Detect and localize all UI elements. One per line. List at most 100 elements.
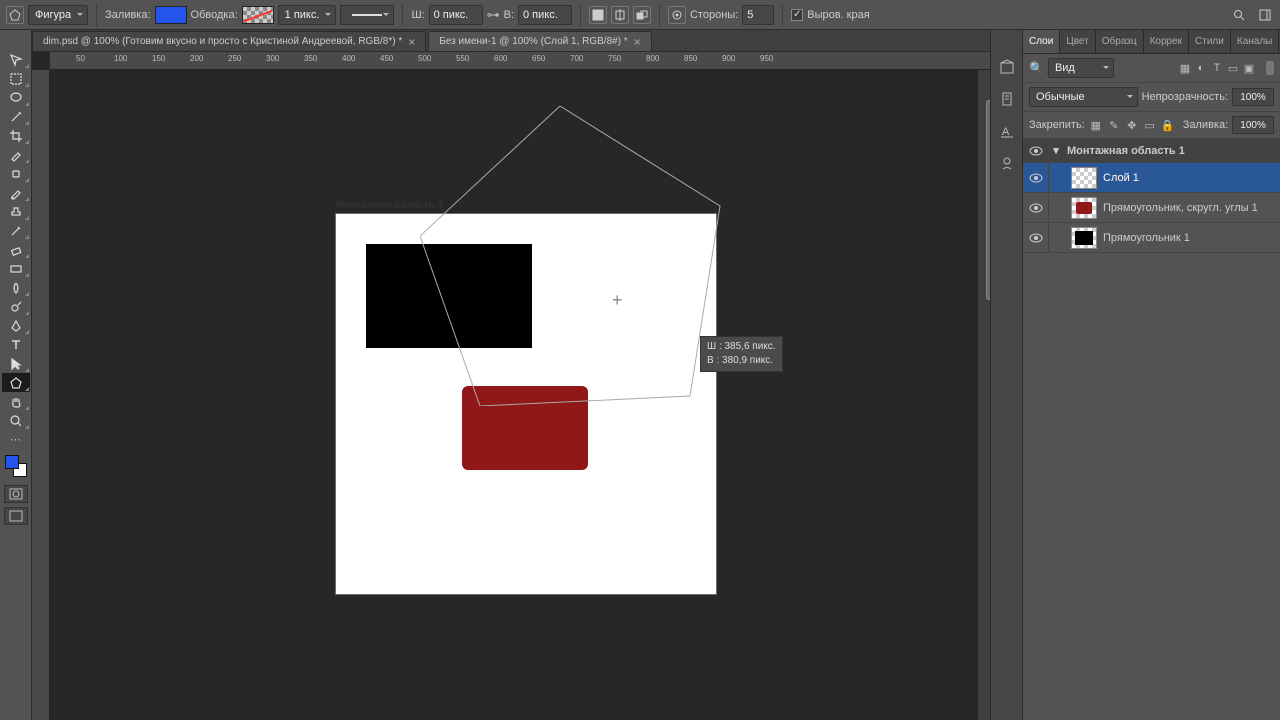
edit-toolbar-icon[interactable]: ⋯	[2, 430, 30, 449]
screen-mode-icon[interactable]	[4, 507, 28, 525]
close-icon[interactable]: ×	[408, 35, 415, 49]
artboard[interactable]	[336, 214, 716, 594]
sides-label: Стороны:	[690, 9, 738, 21]
layer-row[interactable]: Прямоугольник 1	[1023, 223, 1280, 253]
fill-opacity-input[interactable]: 100%	[1232, 116, 1274, 134]
pen-tool[interactable]	[2, 316, 30, 335]
dodge-tool[interactable]	[2, 297, 30, 316]
foreground-background-colors[interactable]	[5, 455, 27, 477]
stroke-dash-dropdown[interactable]	[340, 5, 394, 25]
eyedropper-tool[interactable]	[2, 145, 30, 164]
lock-position-icon[interactable]: ✥	[1125, 118, 1139, 132]
filter-pixel-icon[interactable]: ▦	[1178, 61, 1192, 75]
brush-tool[interactable]	[2, 183, 30, 202]
wand-tool[interactable]	[2, 107, 30, 126]
filter-adj-icon[interactable]: ◐	[1194, 61, 1208, 75]
character-panel-icon[interactable]: A	[994, 118, 1020, 144]
layer-thumbnail[interactable]	[1071, 167, 1097, 189]
blend-mode-dropdown[interactable]: Обычные	[1029, 87, 1138, 107]
libraries-panel-icon[interactable]	[994, 150, 1020, 176]
shape-mode-dropdown[interactable]: Фигура	[28, 5, 88, 25]
shape-width-input[interactable]: 0 пикс.	[429, 5, 483, 25]
fill-label: Заливка:	[105, 9, 150, 21]
filter-icon[interactable]: 🔍	[1029, 61, 1044, 75]
lock-brush-icon[interactable]: ✎	[1107, 118, 1121, 132]
filter-toggle[interactable]	[1266, 61, 1274, 75]
path-arrange-icon[interactable]	[633, 6, 651, 24]
visibility-toggle[interactable]	[1023, 139, 1049, 162]
document-tab[interactable]: dim.psd @ 100% (Готовим вкусно и просто …	[32, 31, 426, 51]
search-icon[interactable]	[1230, 6, 1248, 24]
layer-thumbnail[interactable]	[1071, 197, 1097, 219]
close-icon[interactable]: ×	[634, 35, 641, 49]
visibility-toggle[interactable]	[1023, 193, 1049, 222]
canvas-stage[interactable]: Монтажная область 1 + Ш : 385,6 пикс. В …	[50, 70, 990, 720]
filter-smart-icon[interactable]: ▣	[1242, 61, 1256, 75]
layer-thumbnail[interactable]	[1071, 227, 1097, 249]
blur-tool[interactable]	[2, 278, 30, 297]
path-align-icon[interactable]	[611, 6, 629, 24]
heal-tool[interactable]	[2, 164, 30, 183]
history-brush-tool[interactable]	[2, 221, 30, 240]
stroke-swatch[interactable]	[242, 6, 274, 24]
lock-all-icon[interactable]: 🔒	[1161, 118, 1175, 132]
artboard-layer-row[interactable]: ▾ Монтажная область 1	[1023, 139, 1280, 163]
filter-shape-icon[interactable]: ▭	[1226, 61, 1240, 75]
collapsed-panel-dock: A	[990, 30, 1022, 720]
shape-height-input[interactable]: 0 пикс.	[518, 5, 572, 25]
align-edges-checkbox[interactable]	[791, 9, 803, 21]
tab-adjust[interactable]: Коррек	[1144, 30, 1189, 53]
shape-tool-preset-icon[interactable]	[6, 6, 24, 24]
path-op-combine-icon[interactable]	[589, 6, 607, 24]
hand-tool[interactable]	[2, 392, 30, 411]
tab-layers[interactable]: Слои	[1023, 30, 1060, 53]
quick-mask-icon[interactable]	[4, 485, 28, 503]
artboard-label[interactable]: Монтажная область 1	[336, 200, 443, 211]
canvas-area: 50 100 150 200 250 300 350 400 450 500 5…	[32, 52, 990, 720]
lock-artboard-icon[interactable]: ▭	[1143, 118, 1157, 132]
layer-filter-dropdown[interactable]: Вид	[1048, 58, 1114, 78]
shape-settings-icon[interactable]	[668, 6, 686, 24]
size-tooltip: Ш : 385,6 пикс. В : 380,9 пикс.	[700, 336, 783, 372]
document-tab[interactable]: Без имени-1 @ 100% (Слой 1, RGB/8#) * ×	[428, 31, 651, 51]
tab-color[interactable]: Цвет	[1060, 30, 1095, 53]
red-rounded-rect-shape[interactable]	[462, 386, 588, 470]
ruler-horizontal[interactable]: 50 100 150 200 250 300 350 400 450 500 5…	[50, 52, 990, 70]
fill-opacity-label: Заливка:	[1183, 119, 1228, 131]
move-tool[interactable]	[2, 50, 30, 69]
opacity-label: Непрозрачность:	[1142, 91, 1228, 103]
collapse-arrow-icon[interactable]: ▾	[1049, 144, 1063, 157]
tab-swatches[interactable]: Образц	[1096, 30, 1144, 53]
filter-type-icon[interactable]: T	[1210, 61, 1224, 75]
scrollbar-vertical[interactable]	[978, 70, 990, 720]
ruler-vertical[interactable]	[32, 70, 50, 720]
tab-channels[interactable]: Каналы	[1231, 30, 1280, 53]
layer-row[interactable]: Слой 1	[1023, 163, 1280, 193]
lock-label: Закрепить:	[1029, 119, 1085, 131]
opacity-input[interactable]: 100%	[1232, 88, 1274, 106]
zoom-tool[interactable]	[2, 411, 30, 430]
stamp-tool[interactable]	[2, 202, 30, 221]
shape-tool[interactable]	[2, 373, 30, 392]
properties-panel-icon[interactable]	[994, 86, 1020, 112]
eraser-tool[interactable]	[2, 240, 30, 259]
visibility-toggle[interactable]	[1023, 163, 1049, 192]
lasso-tool[interactable]	[2, 88, 30, 107]
type-tool[interactable]	[2, 335, 30, 354]
gradient-tool[interactable]	[2, 259, 30, 278]
panel-tab-strip: Слои Цвет Образц Коррек Стили Каналы Кон…	[1023, 30, 1280, 54]
crop-tool[interactable]	[2, 126, 30, 145]
marquee-tool[interactable]	[2, 69, 30, 88]
layer-row[interactable]: Прямоугольник, скругл. углы 1	[1023, 193, 1280, 223]
path-select-tool[interactable]	[2, 354, 30, 373]
visibility-toggle[interactable]	[1023, 223, 1049, 252]
fill-swatch[interactable]	[155, 6, 187, 24]
stroke-width-dropdown[interactable]: 1 пикс.	[278, 5, 337, 25]
black-rectangle-shape[interactable]	[366, 244, 532, 348]
link-wh-icon[interactable]: ⊶	[487, 7, 500, 23]
workspace-icon[interactable]	[1256, 6, 1274, 24]
sides-input[interactable]: 5	[742, 5, 774, 25]
lock-pixels-icon[interactable]: ▦	[1089, 118, 1103, 132]
history-panel-icon[interactable]	[994, 54, 1020, 80]
tab-styles[interactable]: Стили	[1189, 30, 1231, 53]
